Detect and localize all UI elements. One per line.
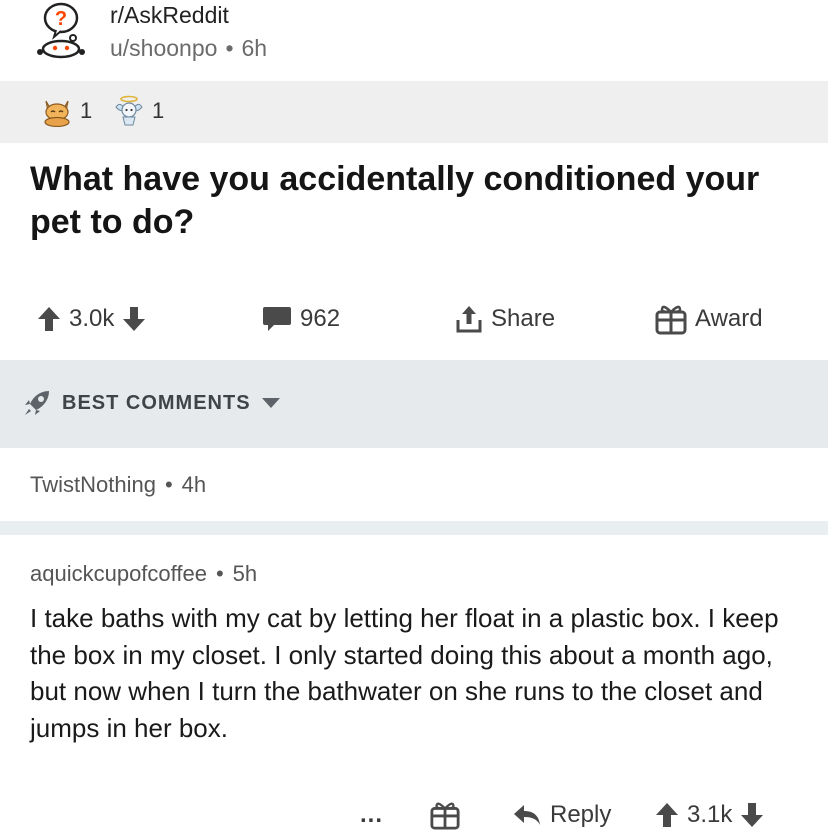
post-vote-count: 3.0k: [69, 305, 115, 332]
comment-icon: [262, 305, 292, 333]
award-cat[interactable]: 1: [40, 95, 92, 127]
post-author[interactable]: u/shoonpo: [110, 35, 217, 61]
reply-button[interactable]: Reply: [512, 795, 611, 835]
downvote-icon[interactable]: [740, 802, 764, 828]
chevron-down-icon: [261, 397, 281, 409]
post-age: 6h: [241, 35, 268, 61]
comment-2-age: 5h: [232, 561, 258, 586]
award-button[interactable]: Award: [655, 295, 763, 343]
cat-award-icon: [40, 95, 74, 127]
svg-text:?: ?: [55, 8, 67, 30]
comment-1-meta: TwistNothing • 4h: [30, 472, 206, 498]
more-label: ...: [360, 801, 384, 828]
award-angel[interactable]: 1: [112, 95, 164, 127]
sort-dropdown[interactable]: BEST COMMENTS: [22, 388, 281, 418]
comment-2-author[interactable]: aquickcupofcoffee: [30, 561, 207, 586]
comment-vote-group: 3.1k: [655, 795, 764, 835]
awards-bar: 1 1: [0, 81, 828, 143]
post-meta: u/shoonpo • 6h: [110, 35, 267, 62]
meta-separator: •: [164, 472, 173, 497]
comment-action-bar: ... Reply 3.1k: [0, 795, 828, 835]
comments-button[interactable]: 962: [262, 295, 340, 343]
comment-1-age: 4h: [181, 472, 207, 497]
share-icon: [455, 304, 483, 334]
comment-divider: [0, 521, 828, 535]
comment-award-button[interactable]: [430, 795, 460, 835]
post-title[interactable]: What have you accidentally conditioned y…: [30, 158, 810, 244]
gift-icon: [655, 303, 687, 335]
comment-1-author[interactable]: TwistNothing: [30, 472, 156, 497]
upvote-icon[interactable]: [655, 802, 679, 828]
meta-separator: •: [215, 561, 224, 586]
subreddit-name[interactable]: r/AskReddit: [110, 2, 229, 29]
sort-label: BEST COMMENTS: [62, 391, 251, 414]
award-cat-count: 1: [80, 98, 93, 123]
comment-vote-count: 3.1k: [687, 801, 733, 828]
downvote-icon[interactable]: [122, 306, 146, 332]
comment-sort-bar: BEST COMMENTS: [0, 360, 828, 448]
meta-separator: •: [225, 35, 234, 61]
award-angel-count: 1: [152, 98, 165, 123]
comment-2-body: I take baths with my cat by letting her …: [30, 603, 779, 743]
more-options-button[interactable]: ...: [360, 795, 383, 835]
comment-count: 962: [300, 305, 341, 332]
post-action-bar: 3.0k 962 Share Award: [0, 295, 828, 343]
reply-label: Reply: [550, 801, 612, 828]
upvote-icon[interactable]: [37, 306, 61, 332]
share-label: Share: [491, 305, 556, 332]
comment-2-meta: aquickcupofcoffee • 5h: [30, 561, 257, 587]
rocket-icon: [22, 388, 52, 418]
award-label: Award: [695, 305, 763, 332]
subreddit-icon[interactable]: ?: [30, 0, 92, 60]
reply-icon: [512, 803, 542, 827]
share-button[interactable]: Share: [455, 295, 555, 343]
gift-icon: [430, 800, 460, 830]
angel-award-icon: [112, 95, 146, 127]
vote-group: 3.0k: [37, 295, 146, 343]
